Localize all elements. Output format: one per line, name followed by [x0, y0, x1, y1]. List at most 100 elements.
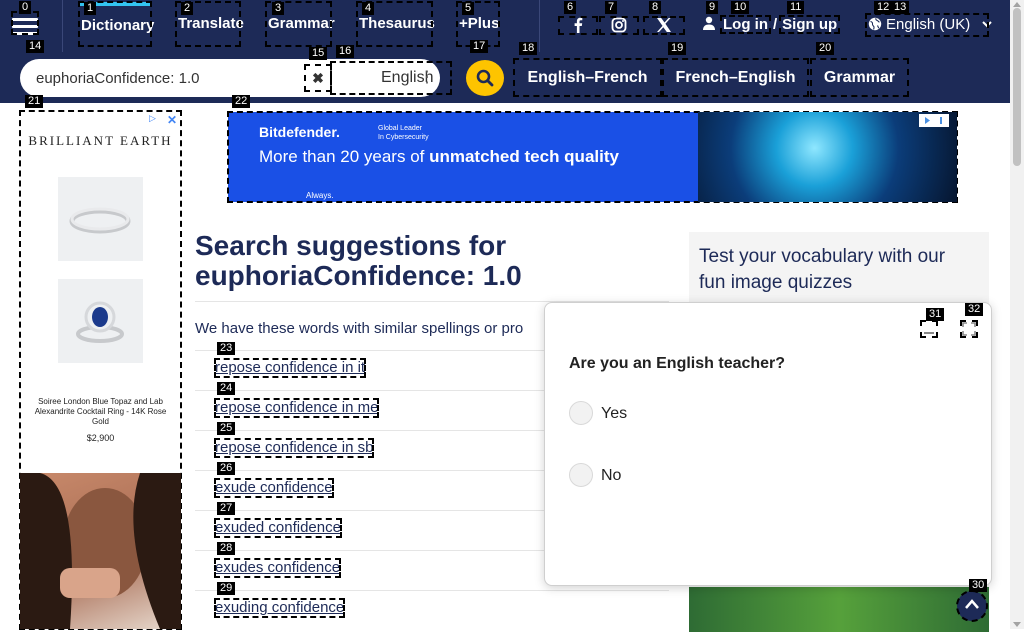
radio-yes[interactable] — [569, 401, 593, 425]
radio-no-label: No — [601, 467, 622, 484]
suggestion-link[interactable]: repose confidence in me — [213, 398, 380, 418]
user-icon — [703, 16, 715, 30]
language-label: English (UK) — [886, 16, 971, 33]
mark-label: 8 — [649, 1, 662, 14]
banner-footer: Always. — [306, 191, 334, 200]
top-navigation: 0 Dictionary 1 Translate 2 Grammar 3 The… — [0, 0, 1010, 52]
tab-grammar[interactable]: Grammar — [810, 58, 909, 97]
mark-label: 30 — [969, 579, 988, 592]
suggestions-intro: We have these words with similar spellin… — [195, 320, 524, 337]
facebook-icon[interactable] — [558, 16, 598, 35]
mark-label: 32 — [965, 303, 984, 316]
chevron-up-icon — [965, 599, 979, 609]
suggestion-link[interactable]: exuded confidence — [214, 518, 342, 538]
back-to-top-button[interactable] — [956, 590, 988, 622]
quiz-title: Test your vocabulary with our fun image … — [699, 246, 946, 293]
auth-separator: / — [773, 16, 778, 33]
nav-divider — [539, 0, 540, 52]
dictionary-selector[interactable]: English ⋮ — [330, 61, 452, 95]
mark-label: 17 — [470, 40, 489, 53]
mark-label: 0 — [19, 1, 32, 14]
mark-label: 27 — [217, 502, 236, 515]
mark-label: 4 — [362, 2, 375, 15]
mark-label: 22 — [232, 95, 251, 108]
more-options-icon: ⋮ — [419, 69, 435, 86]
tab-french-english[interactable]: French–English — [662, 58, 809, 97]
mark-label: 21 — [25, 95, 44, 108]
mark-label: 23 — [217, 342, 236, 355]
mark-label: 19 — [668, 42, 687, 55]
radio-no[interactable] — [569, 463, 593, 487]
menu-icon[interactable] — [11, 11, 39, 35]
mark-label: 29 — [217, 582, 236, 595]
suggestion-link[interactable]: repose confidence in sb — [213, 438, 375, 458]
mark-label: 1 — [84, 2, 97, 15]
minimize-icon[interactable] — [920, 320, 938, 338]
mark-label: 31 — [926, 308, 945, 321]
survey-question: Are you an English teacher? — [569, 355, 786, 372]
x-twitter-icon[interactable] — [643, 16, 685, 35]
ad-product-price: $2,900 — [86, 433, 115, 443]
banner-advertisement[interactable]: Bitdefender. Global Leader In Cybersecuri… — [227, 111, 958, 203]
mark-label: 28 — [217, 542, 236, 555]
divider — [195, 590, 669, 591]
ring-image[interactable] — [58, 177, 143, 261]
scroll-thumb[interactable] — [1013, 8, 1021, 166]
scroll-down-arrow[interactable] — [1013, 622, 1021, 627]
ad-model-photo[interactable] — [20, 473, 181, 629]
banner-brand: Bitdefender. — [259, 124, 340, 140]
mark-label: 12 — [874, 1, 893, 14]
scroll-up-arrow[interactable] — [1013, 2, 1021, 7]
quiz-game-image[interactable] — [689, 587, 989, 632]
mark-label: 18 — [519, 42, 538, 55]
mark-label: 16 — [336, 45, 355, 58]
sapphire-ring-image[interactable] — [58, 279, 143, 363]
mark-label: 14 — [26, 40, 45, 53]
adchoices-icon[interactable]: ▷ — [149, 113, 161, 125]
mark-label: 20 — [816, 42, 835, 55]
nav-divider — [62, 0, 63, 52]
chevron-down-icon — [982, 21, 993, 28]
mark-label: 10 — [731, 1, 750, 14]
mark-label: 11 — [787, 1, 805, 14]
mark-label: 26 — [217, 462, 236, 475]
mark-label: 3 — [272, 2, 285, 15]
clear-search-button[interactable]: ✖ — [304, 64, 332, 92]
mark-label: 24 — [217, 382, 236, 395]
search-box: ✖ English ⋮ — [20, 59, 452, 97]
mark-label: 2 — [181, 2, 194, 15]
page-title: Search suggestions for euphoriaConfidenc… — [195, 230, 522, 291]
suggestion-link[interactable]: exude confidence — [214, 478, 334, 498]
mark-label: 6 — [564, 1, 577, 14]
mark-label: 7 — [605, 1, 618, 14]
mark-label: 15 — [309, 47, 328, 60]
mark-label: 9 — [706, 1, 719, 14]
instagram-icon[interactable] — [599, 16, 639, 35]
page-scrollbar[interactable] — [1010, 0, 1024, 629]
search-bar: ✖ English ⋮ 14 15 16 17 English–French 1… — [0, 40, 1010, 103]
mark-label: 5 — [462, 2, 475, 15]
globe-icon — [868, 17, 882, 31]
mark-label: 25 — [217, 422, 236, 435]
search-input[interactable] — [36, 68, 316, 88]
adchoices-icon[interactable] — [919, 114, 949, 127]
login-link[interactable]: Log in — [720, 15, 771, 34]
ad-brand-logo: BRILLIANT EARTH — [28, 133, 173, 148]
signup-link[interactable]: Sign up — [779, 15, 841, 34]
suggestion-link[interactable]: exuding confidence — [213, 598, 346, 618]
language-selector[interactable]: English (UK) — [865, 13, 993, 37]
survey-popup: Are you an English teacher? Yes No — [544, 302, 992, 586]
tab-english-french[interactable]: English–French — [513, 58, 662, 97]
mark-label: 13 — [891, 1, 910, 14]
auth-links: Log in / Sign up — [703, 15, 841, 34]
banner-tagline: More than 20 years of unmatched tech qua… — [259, 147, 619, 166]
search-button[interactable] — [466, 60, 504, 96]
suggestion-link[interactable]: exudes confidence — [213, 558, 342, 578]
close-ad-icon[interactable]: ✕ — [167, 113, 177, 127]
expand-icon[interactable] — [960, 320, 978, 338]
search-icon — [476, 69, 494, 87]
ad-product-name: Soiree London Blue Topaz and Lab Alexand… — [34, 397, 167, 426]
suggestion-link[interactable]: repose confidence in it — [213, 358, 367, 378]
banner-subline: Global Leader In Cybersecurity — [378, 125, 429, 141]
sidebar-advertisement[interactable]: ▷ ✕ BRILLIANT EARTH Soiree London Blue T… — [19, 110, 182, 630]
